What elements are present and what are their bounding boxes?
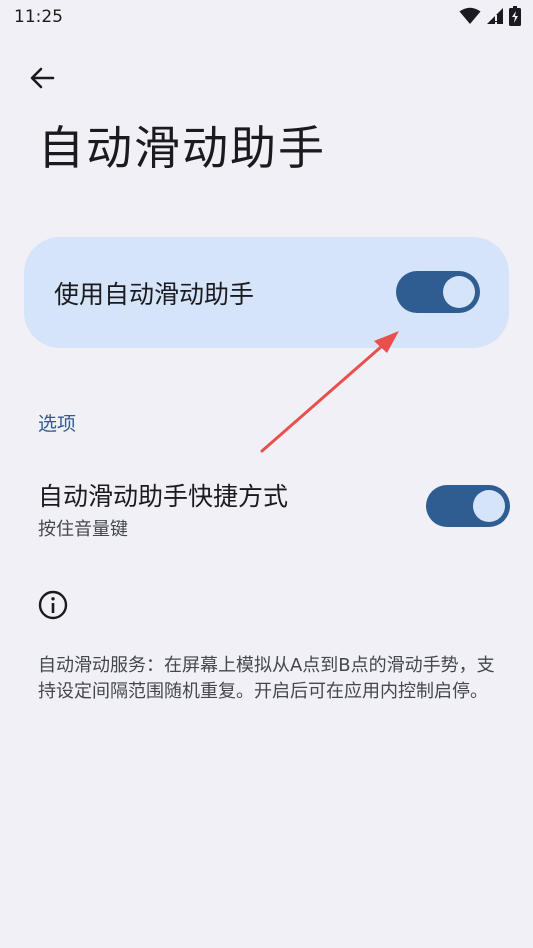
options-section-header: 选项 [38, 413, 77, 435]
back-button[interactable] [24, 60, 60, 96]
battery-charging-icon [509, 6, 521, 26]
switch-thumb [473, 490, 505, 522]
shortcut-setting-row[interactable]: 自动滑动助手快捷方式 按住音量键 [0, 465, 533, 549]
shortcut-title: 自动滑动助手快捷方式 [38, 482, 289, 511]
arrow-back-icon [30, 67, 55, 89]
use-auto-swipe-toggle-card[interactable]: 使用自动滑动助手 [24, 237, 509, 348]
shortcut-summary: 按住音量键 [38, 519, 128, 540]
info-icon [38, 590, 68, 620]
shortcut-switch[interactable] [426, 485, 510, 527]
use-auto-swipe-switch[interactable] [396, 271, 480, 313]
status-bar: 11:25 [0, 0, 533, 36]
switch-thumb [443, 276, 475, 308]
wifi-icon [459, 7, 481, 24]
cellular-signal-icon [487, 8, 503, 24]
info-description: 自动滑动服务：在屏幕上模拟从A点到B点的滑动手势，支持设定间隔范围随机重复。开启… [38, 655, 495, 702]
use-auto-swipe-label: 使用自动滑动助手 [54, 280, 255, 309]
status-icons [459, 6, 521, 26]
page-title: 自动滑动助手 [38, 121, 326, 175]
status-time: 11:25 [14, 7, 63, 27]
